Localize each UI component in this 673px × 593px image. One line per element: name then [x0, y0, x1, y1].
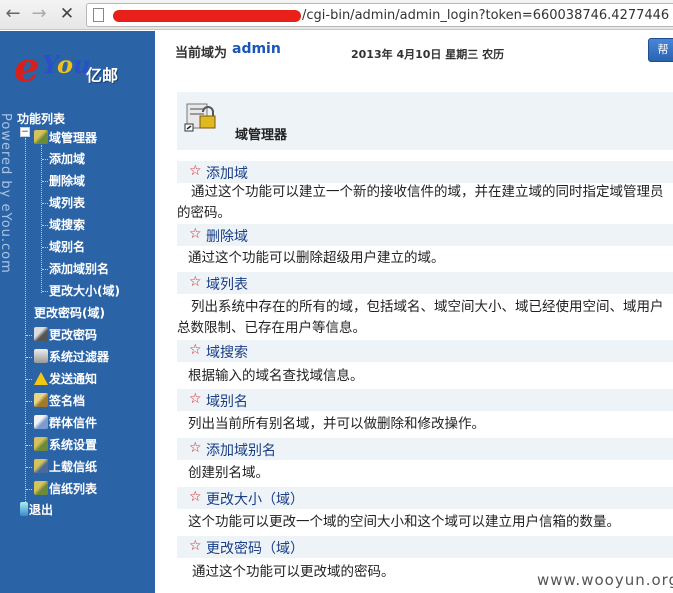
star-icon: ☆	[189, 391, 202, 407]
link-domain-list[interactable]: 域列表	[206, 274, 248, 294]
sidebar-item-upload-stationery[interactable]: 上载信纸	[34, 459, 97, 475]
sidebar-item-group-mail[interactable]: 群体信件	[34, 415, 97, 431]
sidebar-item-stationery-list[interactable]: 信纸列表	[34, 481, 97, 497]
link-domain-search[interactable]: 域搜索	[206, 342, 248, 362]
section-desc: 根据输入的域名查找域信息。	[188, 368, 364, 384]
current-domain-value: admin	[232, 41, 281, 57]
upload-icon	[34, 459, 48, 473]
domain-manager-lock-icon	[184, 103, 216, 132]
group-mail-icon	[34, 415, 48, 429]
sidebar-item-add-domain-alias[interactable]: 添加域别名	[49, 261, 109, 277]
star-icon: ☆	[189, 342, 202, 358]
url-text[interactable]: /cgi-bin/admin/admin_login?token=6600387…	[302, 8, 669, 23]
sidebar-item-signature[interactable]: 签名档	[34, 393, 85, 409]
star-icon: ☆	[189, 163, 202, 179]
sidebar-item-change-domain-password[interactable]: 更改密码(域)	[34, 305, 105, 321]
page-title: 域管理器	[235, 128, 288, 143]
section-header: ☆ 添加域	[177, 161, 673, 183]
sidebar-item-domain-list[interactable]: 域列表	[49, 195, 85, 211]
title-band: 域管理器	[177, 92, 673, 150]
sidebar-item-delete-domain[interactable]: 删除域	[49, 173, 85, 189]
exit-icon	[20, 502, 28, 516]
tree-line	[41, 145, 42, 293]
sidebar-item-domain-manager[interactable]: 域管理器	[34, 130, 97, 146]
current-domain-label: 当前域为	[175, 46, 228, 61]
star-icon: ☆	[189, 274, 202, 290]
link-delete-domain[interactable]: 删除域	[206, 226, 248, 246]
star-icon: ☆	[189, 440, 202, 456]
section-desc: 这个功能可以更改一个域的空间大小和这个域可以建立用户信箱的数量。	[188, 514, 620, 530]
watermark: www.wooyun.org	[537, 571, 673, 589]
section-header: ☆ 域别名	[177, 389, 673, 411]
stop-icon[interactable]: ✕	[56, 3, 78, 25]
browser-toolbar: ← → ✕ /cgi-bin/admin/admin_login?token=6…	[0, 0, 673, 30]
signature-icon	[34, 393, 48, 407]
redacted-host	[113, 10, 301, 22]
logo-cn-text: 亿邮	[86, 66, 119, 85]
settings-icon	[34, 437, 48, 451]
star-icon: ☆	[189, 538, 202, 554]
section-header: ☆ 更改密码（域）	[177, 536, 673, 558]
link-add-domain-alias[interactable]: 添加域别名	[206, 440, 276, 460]
sidebar-item-domain-search[interactable]: 域搜索	[49, 217, 85, 233]
header-date: 2013年 4月10日 星期三 农历	[351, 48, 505, 61]
sidebar-item-change-password[interactable]: 更改密码	[34, 327, 97, 343]
domain-manager-icon	[34, 130, 48, 144]
section-header: ☆ 删除域	[177, 224, 673, 246]
sidebar-item-system-settings[interactable]: 系统设置	[34, 437, 97, 453]
page-icon	[93, 8, 104, 22]
section-desc: 通过这个功能可以删除超级用户建立的域。	[188, 250, 445, 266]
star-icon: ☆	[189, 226, 202, 242]
tree-line	[25, 138, 26, 510]
filter-icon	[34, 349, 48, 363]
warning-icon	[34, 372, 48, 385]
link-change-size[interactable]: 更改大小（域）	[206, 489, 304, 509]
sidebar-item-system-filter[interactable]: 系统过滤器	[34, 349, 109, 365]
star-icon: ☆	[189, 489, 202, 505]
sidebar-item-change-size[interactable]: 更改大小(域)	[49, 283, 120, 299]
section-header: ☆ 添加域别名	[177, 438, 673, 460]
section-desc: 通过这个功能可以建立一个新的接收信件的域，并在建立域的同时指定域管理员的密码。	[177, 184, 664, 221]
eyou-logo: e You 亿邮	[14, 44, 119, 91]
sidebar-item-logout[interactable]: 退出	[20, 502, 53, 518]
address-bar[interactable]: /cgi-bin/admin/admin_login?token=6600387…	[86, 3, 673, 27]
back-arrow-icon[interactable]: ←	[2, 3, 24, 25]
key-icon	[34, 327, 48, 341]
sidebar-item-send-notice[interactable]: 发送通知	[34, 371, 97, 387]
link-domain-alias[interactable]: 域别名	[206, 391, 248, 411]
powered-by-text: Powered by eYou.com	[0, 113, 13, 274]
section-header: ☆ 域列表	[177, 272, 673, 294]
section-header: ☆ 域搜索	[177, 340, 673, 362]
collapse-toggle-icon[interactable]: −	[20, 127, 30, 137]
forward-arrow-icon[interactable]: →	[28, 3, 50, 25]
sidebar-item-add-domain[interactable]: 添加域	[49, 151, 85, 167]
main-content: 域管理器 ☆ 添加域 通过这个功能可以建立一个新的接收信件的域，并在建立域的同时…	[177, 92, 673, 593]
section-desc: 创建别名域。	[188, 465, 269, 481]
section-desc: 列出系统中存在的所有的域，包括域名、域空间大小、域已经使用空间、域用户总数限制、…	[177, 299, 664, 336]
help-button[interactable]: 帮	[648, 38, 673, 62]
section-desc: 列出当前所有别名域，并可以做删除和修改操作。	[188, 416, 485, 432]
list-icon	[34, 481, 48, 495]
menu-title: 功能列表	[17, 112, 66, 126]
section-header: ☆ 更改大小（域）	[177, 487, 673, 509]
sidebar-item-domain-alias[interactable]: 域别名	[49, 239, 85, 255]
link-add-domain[interactable]: 添加域	[206, 163, 248, 183]
link-change-password[interactable]: 更改密码（域）	[206, 538, 304, 558]
